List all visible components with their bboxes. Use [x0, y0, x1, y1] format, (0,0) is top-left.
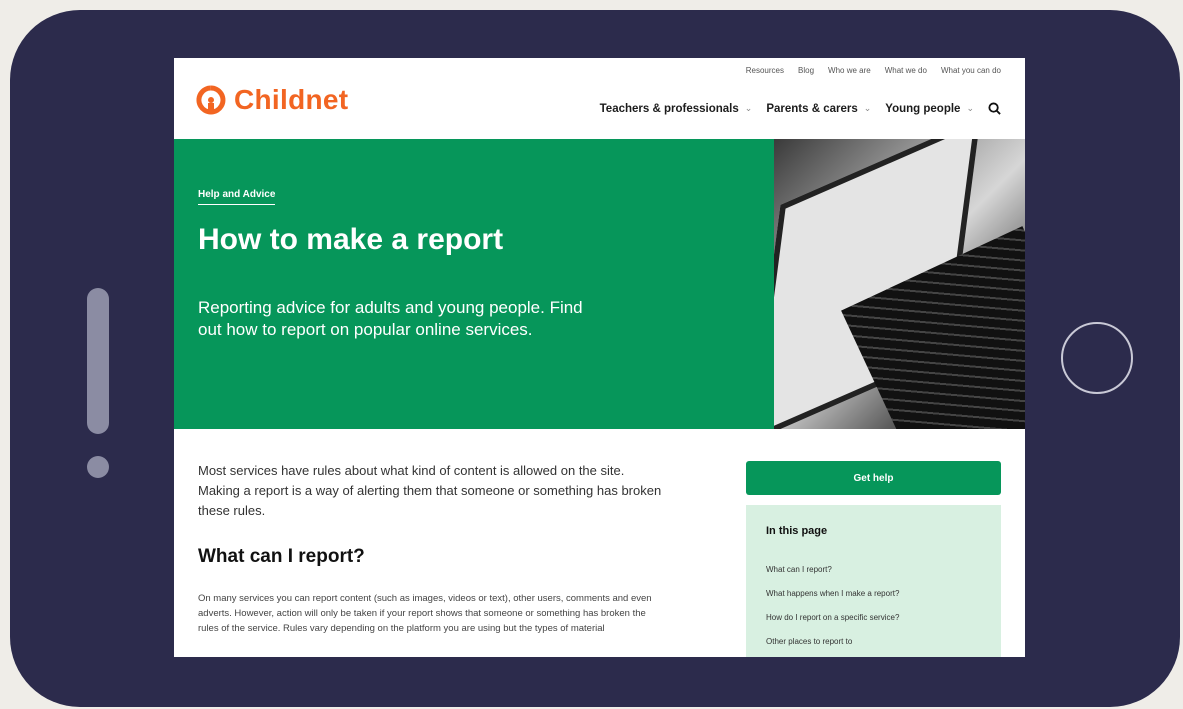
- nav-item-teachers[interactable]: Teachers & professionals ⌄: [600, 103, 753, 115]
- top-link-resources[interactable]: Resources: [746, 66, 784, 75]
- toc-list: What can I report? What happens when I m…: [766, 565, 899, 657]
- breadcrumb-link[interactable]: Help and Advice: [198, 189, 276, 205]
- nav-label: Teachers & professionals: [599, 102, 739, 115]
- toc-title: In this page: [766, 525, 828, 537]
- volume-button: [87, 288, 109, 434]
- toc-link[interactable]: What can I report?: [766, 565, 899, 589]
- get-help-button[interactable]: Get help: [746, 461, 1001, 495]
- top-link-what-you-can-do[interactable]: What you can do: [941, 66, 1001, 75]
- browser-screen: Resources Blog Who we are What we do Wha…: [174, 58, 1025, 657]
- laptop-image: [774, 139, 1025, 429]
- toc-panel: In this page What can I report? What hap…: [746, 505, 1001, 657]
- hero-banner: Help and Advice How to make a report Rep…: [174, 139, 774, 429]
- site-logo[interactable]: Childnet: [196, 84, 348, 116]
- main-nav: Teachers & professionals ⌄ Parents & car…: [600, 102, 1001, 115]
- page-title: How to make a report: [198, 223, 504, 256]
- power-button: [87, 456, 109, 478]
- utility-nav: Resources Blog Who we are What we do Wha…: [746, 66, 1001, 75]
- chevron-down-icon: ⌄: [966, 103, 974, 113]
- section-heading: What can I report?: [198, 546, 365, 567]
- intro-paragraph: Most services have rules about what kind…: [198, 463, 662, 518]
- chevron-down-icon: ⌄: [863, 103, 872, 113]
- toc-link[interactable]: How do I report on a specific service?: [766, 613, 899, 637]
- section-body: On many services you can report content …: [198, 593, 652, 634]
- top-link-blog[interactable]: Blog: [798, 66, 814, 75]
- toc-link[interactable]: Other places to report to: [766, 637, 899, 657]
- search-icon[interactable]: [988, 102, 1001, 115]
- nav-label: Parents & carers: [766, 102, 858, 115]
- childnet-logo-icon: [196, 85, 226, 115]
- nav-label: Young people: [885, 102, 961, 115]
- hero-subtitle: Reporting advice for adults and young pe…: [198, 298, 583, 339]
- home-button[interactable]: [1061, 322, 1133, 394]
- top-link-what-we-do[interactable]: What we do: [885, 66, 927, 75]
- nav-item-young-people[interactable]: Young people ⌄: [885, 103, 974, 115]
- logo-text: Childnet: [234, 84, 349, 115]
- nav-item-parents[interactable]: Parents & carers ⌄: [766, 103, 871, 115]
- top-link-who-we-are[interactable]: Who we are: [828, 66, 871, 75]
- toc-link[interactable]: What happens when I make a report?: [766, 589, 899, 613]
- chevron-down-icon: ⌄: [744, 103, 753, 113]
